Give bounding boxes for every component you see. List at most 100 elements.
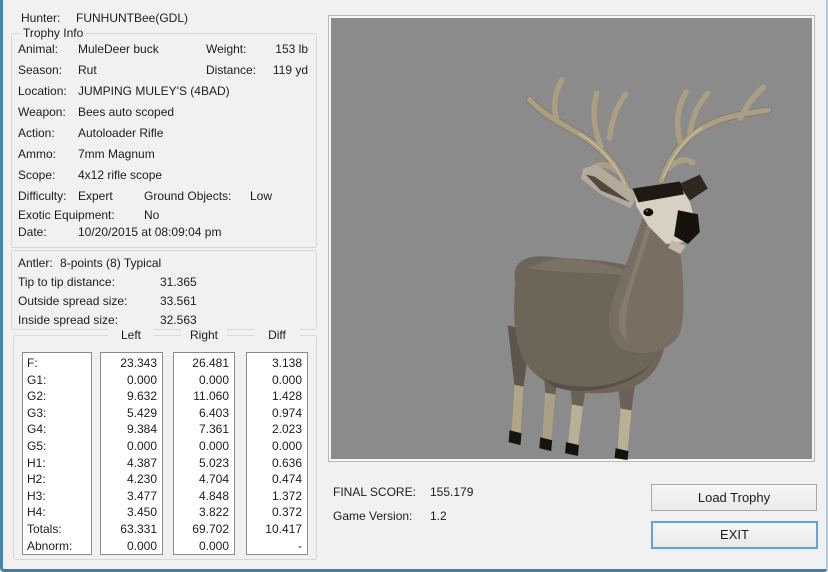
weapon-row: Weapon: Bees auto scoped bbox=[12, 102, 316, 123]
animal-label: Animal: bbox=[18, 42, 58, 56]
final-score-label: FINAL SCORE: bbox=[333, 485, 416, 499]
game-version-value: 1.2 bbox=[430, 505, 447, 527]
difficulty-label: Difficulty: bbox=[18, 189, 66, 203]
weight-value: 153 lb bbox=[275, 39, 308, 60]
action-row: Action: Autoloader Rifle bbox=[12, 123, 316, 144]
distance-value: 119 yd bbox=[273, 60, 308, 81]
measurement-right-value: 5.023 bbox=[174, 455, 234, 472]
measurement-diff-value: 0.000 bbox=[247, 438, 307, 455]
measurement-row-label: H3: bbox=[23, 488, 91, 505]
measurement-left-value: 3.450 bbox=[101, 504, 162, 521]
exotic-value: No bbox=[144, 207, 159, 224]
mule-deer-render bbox=[331, 18, 814, 461]
measurement-diff-value: 10.417 bbox=[247, 521, 307, 538]
measurement-row-label: F: bbox=[23, 355, 91, 372]
measurement-left-value: 4.230 bbox=[101, 471, 162, 488]
outside-spread-label: Outside spread size: bbox=[18, 294, 127, 308]
measurement-left-value: 3.477 bbox=[101, 488, 162, 505]
trophy-info-caption: Trophy Info bbox=[20, 26, 86, 40]
measurement-left-value: 0.000 bbox=[101, 372, 162, 389]
tip-to-tip-value: 31.365 bbox=[160, 273, 197, 292]
antlers bbox=[529, 79, 768, 186]
column-caption-left: Left bbox=[108, 328, 154, 342]
measurement-row-label: G2: bbox=[23, 388, 91, 405]
season-row: Season: Rut Distance: 119 yd bbox=[12, 60, 316, 81]
measurement-left-value: 63.331 bbox=[101, 521, 162, 538]
hunter-row: Hunter: FUNHUNTBee(GDL) bbox=[15, 8, 60, 28]
measurement-row-label: Abnorm: bbox=[23, 538, 91, 555]
measurement-right-value: 11.060 bbox=[174, 388, 234, 405]
weight-label: Weight: bbox=[206, 39, 246, 60]
difficulty-value: Expert bbox=[78, 186, 113, 207]
load-trophy-button[interactable]: Load Trophy bbox=[651, 484, 817, 511]
inside-spread-label: Inside spread size: bbox=[18, 313, 118, 327]
weapon-label: Weapon: bbox=[18, 105, 66, 119]
difficulty-row: Difficulty: Expert Ground Objects: Low bbox=[12, 186, 316, 207]
final-score-value: 155.179 bbox=[430, 481, 473, 503]
measurement-diff-value: 3.138 bbox=[247, 355, 307, 372]
measurement-left-value: 5.429 bbox=[101, 405, 162, 422]
tip-to-tip-label: Tip to tip distance: bbox=[18, 275, 115, 289]
measurement-row-label: G1: bbox=[23, 372, 91, 389]
measurement-row-label: H1: bbox=[23, 455, 91, 472]
measurement-left-value: 23.343 bbox=[101, 355, 162, 372]
measurement-row-label: G4: bbox=[23, 421, 91, 438]
ammo-label: Ammo: bbox=[18, 147, 56, 161]
trophy-info-groupbox: Trophy Info Animal: MuleDeer buck Weight… bbox=[11, 33, 317, 248]
measurement-diff-value: 0.372 bbox=[247, 504, 307, 521]
tip-to-tip-row: Tip to tip distance: 31.365 bbox=[12, 273, 316, 292]
distance-label: Distance: bbox=[206, 60, 256, 81]
measurement-right-value: 6.403 bbox=[174, 405, 234, 422]
measurement-row-label: Totals: bbox=[23, 521, 91, 538]
weapon-value: Bees auto scoped bbox=[78, 102, 174, 123]
measurement-row-label: G3: bbox=[23, 405, 91, 422]
trophy-viewer-window: Hunter: FUNHUNTBee(GDL) Trophy Info Anim… bbox=[0, 0, 828, 572]
measurement-diff-box: 3.1380.0001.4280.9742.0230.0000.6360.474… bbox=[246, 352, 308, 555]
measurement-right-value: 4.704 bbox=[174, 471, 234, 488]
game-version-row: Game Version: 1.2 bbox=[333, 505, 412, 527]
ammo-value: 7mm Magnum bbox=[78, 144, 155, 165]
ammo-row: Ammo: 7mm Magnum bbox=[12, 144, 316, 165]
location-label: Location: bbox=[18, 84, 67, 98]
outside-spread-row: Outside spread size: 33.561 bbox=[12, 292, 316, 311]
season-value: Rut bbox=[78, 60, 97, 81]
season-label: Season: bbox=[18, 63, 62, 77]
date-value: 10/20/2015 at 08:09:04 pm bbox=[78, 224, 221, 241]
final-score-row: FINAL SCORE: 155.179 bbox=[333, 481, 416, 503]
measurement-right-value: 0.000 bbox=[174, 438, 234, 455]
date-row: Date: 10/20/2015 at 08:09:04 pm bbox=[12, 224, 316, 241]
action-label: Action: bbox=[18, 126, 55, 140]
location-row: Location: JUMPING MULEY'S (4BAD) bbox=[12, 81, 316, 102]
measurement-diff-value: 1.428 bbox=[247, 388, 307, 405]
hunter-name: FUNHUNTBee(GDL) bbox=[76, 8, 188, 28]
exit-button[interactable]: EXIT bbox=[651, 521, 818, 549]
measurement-diff-value: 2.023 bbox=[247, 421, 307, 438]
measurement-left-value: 9.632 bbox=[101, 388, 162, 405]
antler-label: Antler: bbox=[18, 256, 53, 270]
measurement-diff-value: - bbox=[247, 538, 307, 555]
date-label: Date: bbox=[18, 225, 47, 239]
measurement-diff-value: 0.474 bbox=[247, 471, 307, 488]
action-value: Autoloader Rifle bbox=[78, 123, 163, 144]
measurement-left-value: 0.000 bbox=[101, 538, 162, 555]
scope-value: 4x12 rifle scope bbox=[78, 165, 162, 186]
measurement-right-value: 4.848 bbox=[174, 488, 234, 505]
measurement-left-box: 23.3430.0009.6325.4299.3840.0004.3874.23… bbox=[100, 352, 163, 555]
measurement-diff-value: 0.636 bbox=[247, 455, 307, 472]
scope-row: Scope: 4x12 rifle scope bbox=[12, 165, 316, 186]
animal-value: MuleDeer buck bbox=[78, 39, 159, 60]
exotic-row: Exotic Equipment: No bbox=[12, 207, 316, 224]
measurement-right-value: 26.481 bbox=[174, 355, 234, 372]
antler-value: 8-points (8) Typical bbox=[60, 256, 161, 270]
measurement-left-value: 9.384 bbox=[101, 421, 162, 438]
measurement-right-value: 3.822 bbox=[174, 504, 234, 521]
antler-row: Antler: 8-points (8) Typical bbox=[12, 254, 316, 273]
column-caption-diff: Diff bbox=[254, 328, 300, 342]
game-version-label: Game Version: bbox=[333, 509, 412, 523]
measurement-left-value: 4.387 bbox=[101, 455, 162, 472]
animal-row: Animal: MuleDeer buck Weight: 153 lb bbox=[12, 39, 316, 60]
ground-objects-value: Low bbox=[250, 186, 272, 207]
measurement-right-box: 26.4810.00011.0606.4037.3610.0005.0234.7… bbox=[173, 352, 235, 555]
measurements-groupbox: Left Right Diff F:G1:G2:G3:G4:G5:H1:H2:H… bbox=[13, 335, 317, 560]
measurement-diff-value: 1.372 bbox=[247, 488, 307, 505]
